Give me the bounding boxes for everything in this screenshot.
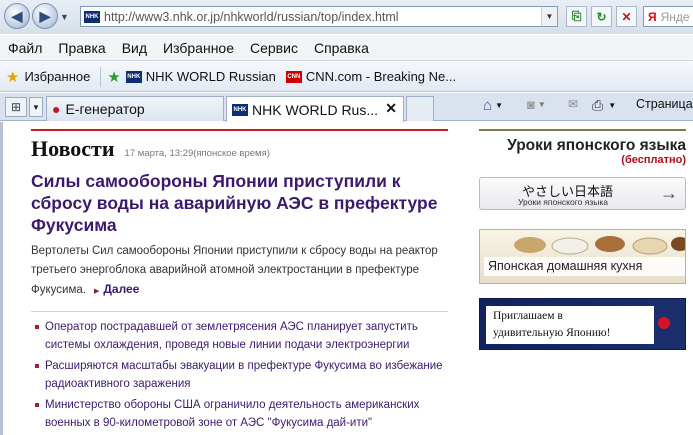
rising-sun-icon (658, 317, 670, 329)
page-content: Новости 17 марта, 13:29(японское время) … (0, 122, 693, 435)
tab-list-dropdown-icon[interactable]: ▼ (29, 97, 43, 117)
add-favorite-icon[interactable]: ★ (107, 68, 120, 86)
menu-bar: Файл Правка Вид Избранное Сервис Справка (0, 35, 693, 61)
mail-icon: ✉ (568, 97, 579, 111)
nhk-tab-favicon-icon: NHK (232, 103, 248, 116)
address-dropdown-icon[interactable]: ▼ (541, 7, 557, 26)
news-header: Новости 17 марта, 13:29(японское время) (31, 136, 448, 162)
nhk-favicon-icon: NHK (84, 10, 100, 23)
news-list-item[interactable]: Министерство обороны США ограничило деят… (31, 396, 448, 432)
favorite-nhk-label: NHK WORLD Russian (145, 69, 276, 84)
news-timestamp: 17 марта, 13:29(японское время) (124, 148, 270, 159)
more-link[interactable]: Далее (103, 282, 139, 296)
news-divider (31, 311, 448, 312)
favorite-cnn-label: CNN.com - Breaking Ne... (305, 69, 457, 84)
news-rule (31, 129, 448, 131)
home-button[interactable]: ⌂ ▼ (483, 97, 503, 114)
quick-tabs-icon[interactable]: ⊞ (5, 97, 27, 117)
more-arrow-icon: ▶ (93, 288, 100, 295)
compatibility-view-icon[interactable]: ⎘ (566, 6, 587, 27)
news-list-item[interactable]: Оператор пострадавшей от землетрясения А… (31, 318, 448, 354)
favorites-button[interactable]: ★ Избранное (6, 68, 90, 86)
bullet-icon (35, 403, 39, 407)
rss-feed-icon: ◙ (527, 97, 535, 112)
menu-view[interactable]: Вид (122, 40, 147, 56)
address-toolbar: ◀ ▶ ▼ NHK http://www3.nhk.or.jp/nhkworld… (0, 0, 693, 34)
visit-japan-banner[interactable]: Приглашаем в удивительную Японию! (479, 298, 686, 350)
back-button[interactable]: ◀ (4, 3, 30, 29)
news-section: Новости 17 марта, 13:29(японское время) … (31, 129, 448, 435)
japan-banner-line2: удивительную Японию! (493, 327, 611, 339)
star-icon: ★ (6, 68, 20, 86)
home-cooking-banner[interactable]: Японская домашняя кухня (479, 229, 686, 284)
sidebar-rule (479, 129, 686, 131)
back-arrow-icon: ◀ (11, 7, 23, 24)
favorites-bar: ★ Избранное ★ NHK NHK WORLD Russian CNN … (0, 62, 693, 92)
lesson-button-russian: Уроки японского языка (518, 197, 608, 207)
lead-paragraph: Вертолеты Сил самообороны Японии приступ… (31, 242, 448, 301)
home-icon: ⌂ (483, 97, 493, 114)
forward-button[interactable]: ▶ (32, 3, 58, 29)
egenerator-favicon-icon: ● (52, 101, 61, 117)
yandex-icon: Я (648, 9, 657, 24)
page-menu-label: Страница (636, 97, 693, 111)
arrow-right-icon: → (660, 183, 678, 203)
menu-edit[interactable]: Правка (58, 40, 105, 56)
menu-tools[interactable]: Сервис (250, 40, 298, 56)
japan-banner-line1: Приглашаем в (493, 310, 563, 322)
tab-egenerator[interactable]: ● Е-генератор (46, 96, 224, 121)
news-list: Оператор пострадавшей от землетрясения А… (31, 318, 448, 432)
search-placeholder: Янде (660, 9, 690, 24)
feeds-dropdown-icon[interactable]: ▼ (538, 100, 546, 109)
tab-egenerator-label: Е-генератор (65, 101, 145, 117)
menu-help[interactable]: Справка (314, 40, 369, 56)
refresh-icon[interactable]: ↻ (591, 6, 612, 27)
news-list-item[interactable]: Расширяются масштабы эвакуации в префект… (31, 357, 448, 393)
feeds-button[interactable]: ◙ ▼ (527, 97, 546, 112)
headline-link[interactable]: Силы самообороны Японии приступили к сбр… (31, 170, 448, 236)
mail-button[interactable]: ✉ (568, 97, 578, 111)
stop-icon[interactable]: ✕ (616, 6, 637, 27)
favorites-separator (100, 66, 102, 87)
print-button[interactable]: ⎙ ▼ (592, 97, 616, 114)
forward-arrow-icon: ▶ (39, 7, 51, 24)
print-dropdown-icon[interactable]: ▼ (608, 101, 616, 110)
lessons-free-label: (бесплатно) (621, 154, 686, 166)
food-bowls-icon (514, 236, 685, 255)
news-section-title: Новости (31, 136, 115, 161)
favorite-nhk-link[interactable]: NHK NHK WORLD Russian (125, 69, 276, 84)
japanese-lessons-button[interactable]: やさしい日本語 Уроки японского языка → (479, 177, 686, 210)
new-tab-button[interactable] (406, 96, 434, 121)
printer-icon: ⎙ (592, 97, 604, 113)
tab-nhk-label: NHK WORLD Rus... (252, 101, 379, 118)
bullet-icon (35, 364, 39, 368)
menu-file[interactable]: Файл (8, 40, 42, 56)
lessons-title: Уроки японского языка (507, 137, 686, 154)
address-bar[interactable]: NHK http://www3.nhk.or.jp/nhkworld/russi… (80, 6, 558, 27)
kitchen-banner-label: Японская домашняя кухня (484, 257, 685, 276)
history-dropdown-icon[interactable]: ▼ (60, 12, 69, 22)
close-tab-icon[interactable]: ✕ (385, 100, 397, 117)
home-dropdown-icon[interactable]: ▼ (495, 101, 503, 110)
favorites-label: Избранное (24, 69, 91, 84)
address-url[interactable]: http://www3.nhk.or.jp/nhkworld/russian/t… (104, 10, 399, 24)
news-item-text[interactable]: Расширяются масштабы эвакуации в префект… (45, 357, 448, 393)
bullet-icon (35, 325, 39, 329)
tab-bar: ⊞ ▼ ● Е-генератор NHK NHK WORLD Rus... ✕… (0, 93, 693, 122)
news-item-text[interactable]: Оператор пострадавшей от землетрясения А… (45, 318, 448, 354)
menu-favorites[interactable]: Избранное (163, 40, 234, 56)
tab-nhk-world[interactable]: NHK NHK WORLD Rus... ✕ (226, 96, 404, 122)
sidebar: Уроки японского языка (бесплатно) やさしい日本… (479, 129, 686, 350)
lead-text: Вертолеты Сил самообороны Японии приступ… (31, 245, 438, 296)
japan-banner-text: Приглашаем в удивительную Японию! (486, 306, 654, 344)
news-item-text[interactable]: Министерство обороны США ограничило деят… (45, 396, 448, 432)
search-input[interactable]: Я Янде (643, 6, 693, 27)
nhk-logo-icon: NHK (125, 70, 142, 83)
favorite-cnn-link[interactable]: CNN CNN.com - Breaking Ne... (285, 69, 457, 84)
page-menu-button[interactable]: Страница (636, 97, 693, 111)
cnn-logo-icon: CNN (285, 70, 302, 83)
